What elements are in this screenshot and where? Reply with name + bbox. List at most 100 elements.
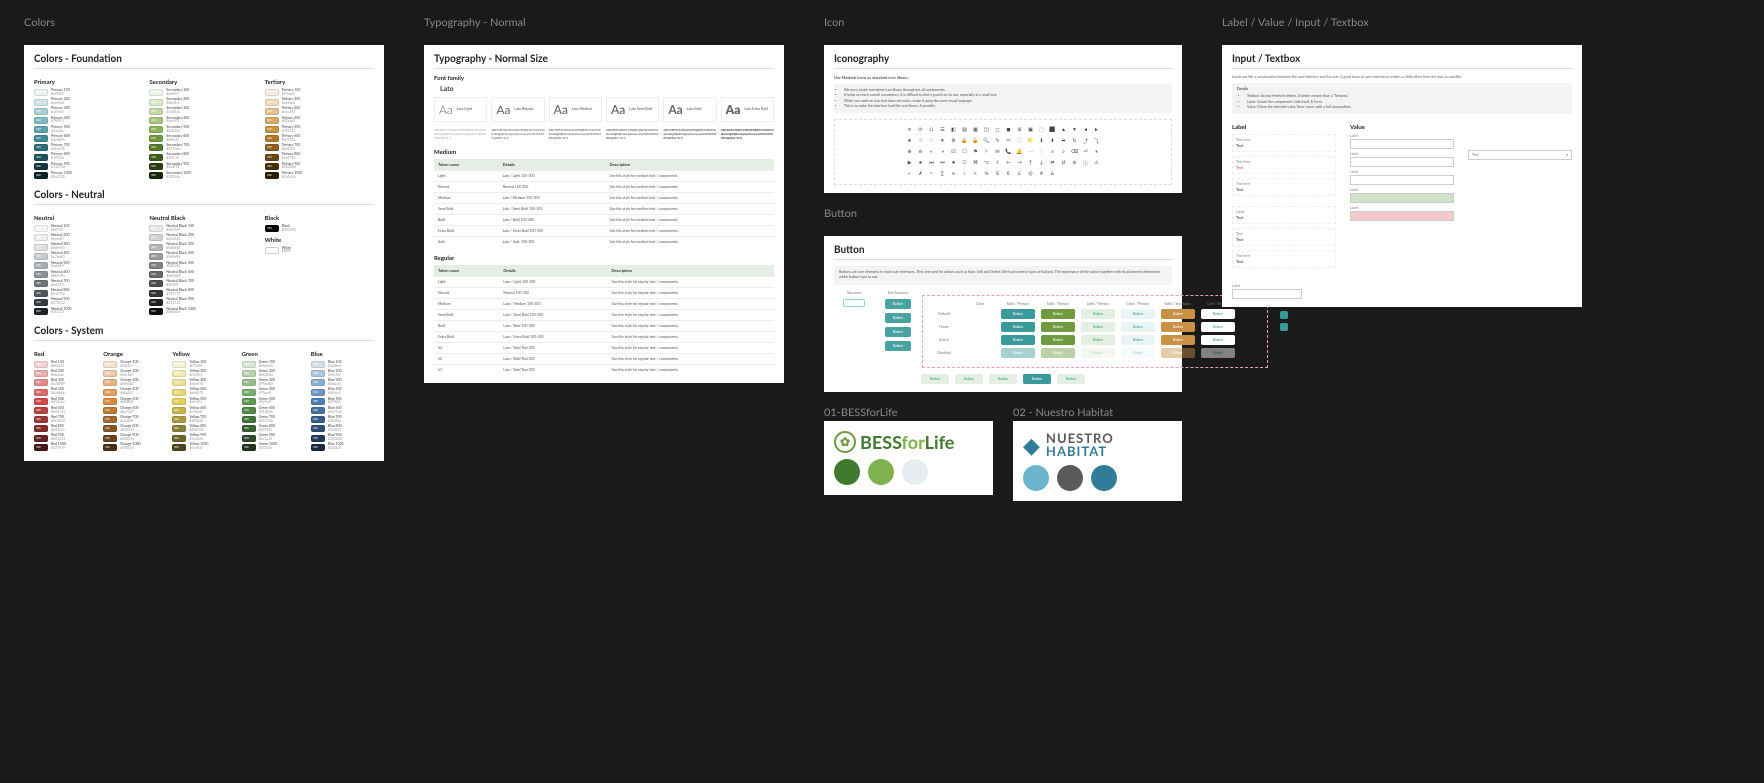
library-icon[interactable]: ◻: [994, 126, 1002, 134]
library-icon[interactable]: ⌕: [1060, 148, 1068, 156]
library-icon[interactable]: ↑: [1027, 159, 1035, 167]
color-swatch[interactable]: [311, 416, 325, 423]
sample-button[interactable]: Button: [1041, 335, 1075, 345]
library-icon[interactable]: ⏹: [917, 159, 925, 167]
textbox-input[interactable]: [1350, 175, 1454, 185]
color-swatch[interactable]: [34, 280, 48, 287]
library-icon[interactable]: £: [1016, 170, 1024, 178]
color-swatch[interactable]: [103, 361, 117, 368]
sample-button[interactable]: Button: [1041, 348, 1075, 358]
sample-button[interactable]: Button: [1081, 309, 1115, 319]
sample-button[interactable]: Button: [989, 374, 1017, 384]
color-swatch[interactable]: [242, 407, 256, 414]
sample-button[interactable]: Button: [1201, 309, 1235, 319]
color-swatch[interactable]: [149, 290, 163, 297]
brand-color-swatch[interactable]: [1023, 465, 1049, 491]
sample-button[interactable]: Button: [1081, 335, 1115, 345]
sample-button[interactable]: Button: [1001, 309, 1035, 319]
color-swatch[interactable]: [103, 379, 117, 386]
color-swatch[interactable]: [311, 370, 325, 377]
sample-button[interactable]: Button: [1201, 335, 1235, 345]
sample-button[interactable]: Button: [1121, 348, 1155, 358]
color-swatch[interactable]: [172, 407, 186, 414]
color-swatch[interactable]: [172, 370, 186, 377]
textbox-input[interactable]: [1350, 157, 1454, 167]
library-icon[interactable]: ✕: [906, 126, 914, 134]
icon-button[interactable]: [1280, 311, 1288, 319]
library-icon[interactable]: $: [994, 170, 1002, 178]
color-swatch[interactable]: [265, 225, 279, 232]
brand-color-swatch[interactable]: [1091, 465, 1117, 491]
library-icon[interactable]: ⤵: [1093, 137, 1101, 145]
color-swatch[interactable]: [172, 389, 186, 396]
color-swatch[interactable]: [172, 379, 186, 386]
library-icon[interactable]: ◐: [928, 148, 936, 156]
library-icon[interactable]: ⬆: [1049, 137, 1057, 145]
library-icon[interactable]: ⚑: [972, 148, 980, 156]
library-icon[interactable]: ▣: [1027, 126, 1035, 134]
library-icon[interactable]: ⎋: [961, 159, 969, 167]
library-icon[interactable]: ▲: [1060, 126, 1068, 134]
color-swatch[interactable]: [149, 99, 163, 106]
library-icon[interactable]: ⌘: [972, 159, 980, 167]
library-icon[interactable]: ∑: [939, 170, 947, 178]
sample-button[interactable]: Button: [1121, 309, 1155, 319]
sample-button[interactable]: Button: [1001, 335, 1035, 345]
library-icon[interactable]: ⚐: [983, 148, 991, 156]
color-swatch[interactable]: [34, 108, 48, 115]
library-icon[interactable]: ⏺: [950, 159, 958, 167]
color-swatch[interactable]: [149, 234, 163, 241]
color-swatch[interactable]: [149, 308, 163, 315]
color-swatch[interactable]: [149, 144, 163, 151]
brand-color-swatch[interactable]: [902, 459, 928, 485]
color-swatch[interactable]: [34, 361, 48, 368]
color-swatch[interactable]: [34, 126, 48, 133]
color-swatch[interactable]: [34, 389, 48, 396]
library-icon[interactable]: ⇄: [1049, 159, 1057, 167]
color-swatch[interactable]: [34, 299, 48, 306]
color-swatch[interactable]: [265, 135, 279, 142]
color-swatch[interactable]: [149, 154, 163, 161]
color-swatch[interactable]: [149, 135, 163, 142]
sample-button[interactable]: Button: [1081, 322, 1115, 332]
library-icon[interactable]: ⏮: [939, 159, 947, 167]
sample-button[interactable]: Button: [1001, 348, 1035, 358]
library-icon[interactable]: ≈: [928, 170, 936, 178]
library-icon[interactable]: 🔍: [983, 137, 991, 145]
color-swatch[interactable]: [34, 225, 48, 232]
anatomy-button[interactable]: Button: [885, 341, 911, 351]
color-swatch[interactable]: [265, 89, 279, 96]
library-icon[interactable]: ⬌: [1060, 137, 1068, 145]
library-icon[interactable]: %: [983, 170, 991, 178]
sample-button[interactable]: Button: [1161, 348, 1195, 358]
color-swatch[interactable]: [172, 435, 186, 442]
color-swatch[interactable]: [103, 435, 117, 442]
library-icon[interactable]: ☑: [950, 148, 958, 156]
library-icon[interactable]: ◼: [1005, 126, 1013, 134]
library-icon[interactable]: →: [1016, 159, 1024, 167]
library-icon[interactable]: ≡: [1049, 148, 1057, 156]
color-swatch[interactable]: [34, 163, 48, 170]
color-swatch[interactable]: [172, 398, 186, 405]
color-swatch[interactable]: [34, 425, 48, 432]
color-swatch[interactable]: [149, 172, 163, 179]
color-swatch[interactable]: [34, 244, 48, 251]
color-swatch[interactable]: [149, 244, 163, 251]
color-swatch[interactable]: [34, 117, 48, 124]
library-icon[interactable]: ♡: [928, 137, 936, 145]
library-icon[interactable]: ⏭: [928, 159, 936, 167]
color-swatch[interactable]: [34, 253, 48, 260]
color-swatch[interactable]: [149, 126, 163, 133]
color-swatch[interactable]: [103, 444, 117, 451]
color-swatch[interactable]: [265, 154, 279, 161]
dropdown-input[interactable]: Text▾: [1468, 150, 1572, 160]
sample-button[interactable]: Button: [1057, 374, 1085, 384]
library-icon[interactable]: ►: [1093, 126, 1101, 134]
color-swatch[interactable]: [149, 253, 163, 260]
sample-button[interactable]: Button: [1161, 322, 1195, 332]
textbox-input[interactable]: [1232, 289, 1302, 299]
sample-button[interactable]: Button: [1121, 335, 1155, 345]
library-icon[interactable]: ✗: [917, 170, 925, 178]
color-swatch[interactable]: [265, 99, 279, 106]
library-icon[interactable]: ⚠: [1093, 159, 1101, 167]
